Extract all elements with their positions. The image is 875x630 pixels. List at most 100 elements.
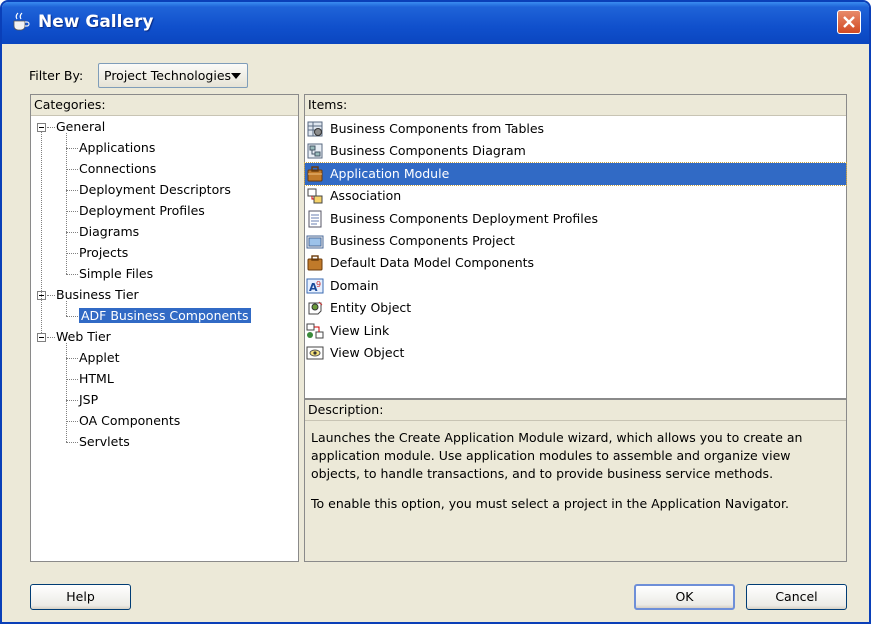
- deployment-profiles-icon: [308, 210, 322, 228]
- tree-connector: [66, 442, 78, 443]
- item-business-components-deployment-profiles[interactable]: Business Components Deployment Profiles: [305, 208, 846, 230]
- tree-item-deployment-profiles[interactable]: Deployment Profiles: [79, 201, 205, 221]
- tree-item-html[interactable]: HTML: [79, 369, 114, 389]
- item-business-components-project[interactable]: Business Components Project: [305, 230, 846, 252]
- tree-item-oa-components[interactable]: OA Components: [79, 411, 180, 431]
- item-view-object[interactable]: View Object: [305, 342, 846, 364]
- description-header: Description:: [305, 400, 846, 421]
- item-label: Business Components Project: [330, 233, 515, 248]
- tree-item-applet[interactable]: Applet: [79, 348, 120, 368]
- tree-connector: [66, 274, 78, 275]
- filter-combobox[interactable]: Project Technologies: [98, 63, 248, 88]
- item-label: Entity Object: [330, 300, 412, 316]
- collapse-toggle-icon[interactable]: [37, 123, 46, 132]
- item-label: Business Components from Tables: [330, 121, 545, 136]
- item-business-components-diagram[interactable]: Business Components Diagram: [305, 140, 846, 162]
- tree-connector: [66, 301, 67, 316]
- tree-item-label: Connections: [79, 161, 157, 176]
- svg-text:9: 9: [316, 280, 321, 289]
- tree-connector: [66, 379, 78, 380]
- item-entity-object[interactable]: Entity Object: [305, 297, 846, 319]
- description-paragraph: To enable this option, you must select a…: [311, 496, 789, 511]
- item-label: Domain: [330, 277, 379, 293]
- tree-item-label: Applications: [79, 140, 156, 155]
- help-button[interactable]: Help: [30, 584, 131, 610]
- tree-item-label: Diagrams: [79, 224, 140, 239]
- tree-item-diagrams[interactable]: Diagrams: [79, 222, 139, 242]
- bc-diagram-icon: [307, 143, 323, 159]
- cancel-button[interactable]: Cancel: [746, 584, 847, 610]
- item-label: Application Module: [330, 165, 450, 181]
- tree-item-connections[interactable]: Connections: [79, 159, 156, 179]
- tree-connector: [66, 133, 67, 274]
- item-label: Business Components Deployment Profiles: [330, 210, 598, 226]
- entity-object-icon: [308, 301, 323, 315]
- tree-connector: [47, 337, 55, 338]
- item-label: Default Data Model Components: [330, 255, 535, 271]
- tree-connector: [66, 358, 78, 359]
- tree-connector: [66, 148, 78, 149]
- tree-connector: [66, 400, 78, 401]
- tree-connector: [66, 211, 78, 212]
- item-label: View Link: [330, 322, 390, 338]
- new-gallery-dialog: New Gallery Filter By: Project Technolog…: [0, 0, 871, 624]
- item-default-data-model-components[interactable]: Default Data Model Components: [305, 252, 846, 274]
- filter-label: Filter By:: [29, 68, 84, 83]
- categories-header: Categories:: [31, 95, 298, 116]
- title-bar[interactable]: New Gallery: [2, 2, 869, 44]
- tree-group-label: General: [56, 119, 106, 134]
- tree-connector: [47, 127, 55, 128]
- tree-connector: [66, 169, 78, 170]
- item-label: View Object: [330, 345, 405, 360]
- dropdown-arrow-icon[interactable]: [231, 73, 241, 79]
- description-text: Launches the Create Application Module w…: [305, 421, 846, 513]
- coffee-cup-icon: [13, 12, 30, 31]
- view-link-icon: [306, 323, 324, 339]
- tree-group-business-tier[interactable]: Business Tier: [56, 285, 139, 305]
- tree-item-adf-business-components[interactable]: ADF Business Components: [78, 306, 252, 326]
- item-label: Association: [330, 188, 402, 204]
- ok-button[interactable]: OK: [634, 584, 735, 610]
- bc-project-icon: [306, 235, 324, 249]
- tree-item-label: Projects: [79, 245, 129, 260]
- tree-item-deployment-descriptors[interactable]: Deployment Descriptors: [79, 180, 231, 200]
- close-icon: [843, 16, 855, 28]
- tree-connector: [66, 190, 78, 191]
- description-panel: Description: Launches the Create Applica…: [304, 399, 847, 562]
- tree-item-label: ADF Business Components: [78, 307, 252, 324]
- tree-group-web-tier[interactable]: Web Tier: [56, 327, 111, 347]
- association-icon: [307, 188, 323, 204]
- categories-panel: Categories: General Applications Connectio…: [30, 94, 299, 562]
- view-object-icon: [306, 346, 324, 360]
- collapse-toggle-icon[interactable]: [37, 333, 46, 342]
- tree-item-jsp[interactable]: JSP: [79, 390, 98, 410]
- tree-item-applications[interactable]: Applications: [79, 138, 155, 158]
- item-domain[interactable]: A 9 Domain: [305, 275, 846, 297]
- tree-item-label: HTML: [79, 371, 114, 386]
- tree-item-simple-files[interactable]: Simple Files: [79, 264, 153, 284]
- items-panel: Items: Business Components from Tables Bu…: [304, 94, 847, 399]
- tree-item-projects[interactable]: Projects: [79, 243, 128, 263]
- bc-tables-icon: [307, 121, 323, 137]
- tree-connector: [66, 421, 78, 422]
- tree-item-label: Simple Files: [79, 266, 154, 281]
- tree-item-servlets[interactable]: Servlets: [79, 432, 130, 452]
- item-view-link[interactable]: View Link: [305, 320, 846, 342]
- tree-connector: [41, 132, 42, 333]
- item-application-module[interactable]: Application Module: [304, 161, 847, 186]
- item-association[interactable]: Association: [305, 185, 846, 207]
- items-header: Items:: [305, 95, 846, 116]
- close-button[interactable]: [837, 10, 861, 34]
- item-business-components-from-tables[interactable]: Business Components from Tables: [305, 118, 846, 140]
- tree-connector: [47, 295, 55, 296]
- filter-value: Project Technologies: [104, 68, 232, 83]
- tree-group-general[interactable]: General: [56, 117, 105, 137]
- dialog-title: New Gallery: [38, 12, 154, 32]
- description-paragraph: Launches the Create Application Module w…: [311, 430, 803, 481]
- tree-item-label: Servlets: [79, 434, 130, 449]
- tree-item-label: Deployment Descriptors: [79, 182, 231, 197]
- tree-connector: [66, 316, 78, 317]
- tree-connector: [66, 232, 78, 233]
- application-module-icon: [307, 166, 323, 182]
- tree-item-label: JSP: [79, 392, 99, 407]
